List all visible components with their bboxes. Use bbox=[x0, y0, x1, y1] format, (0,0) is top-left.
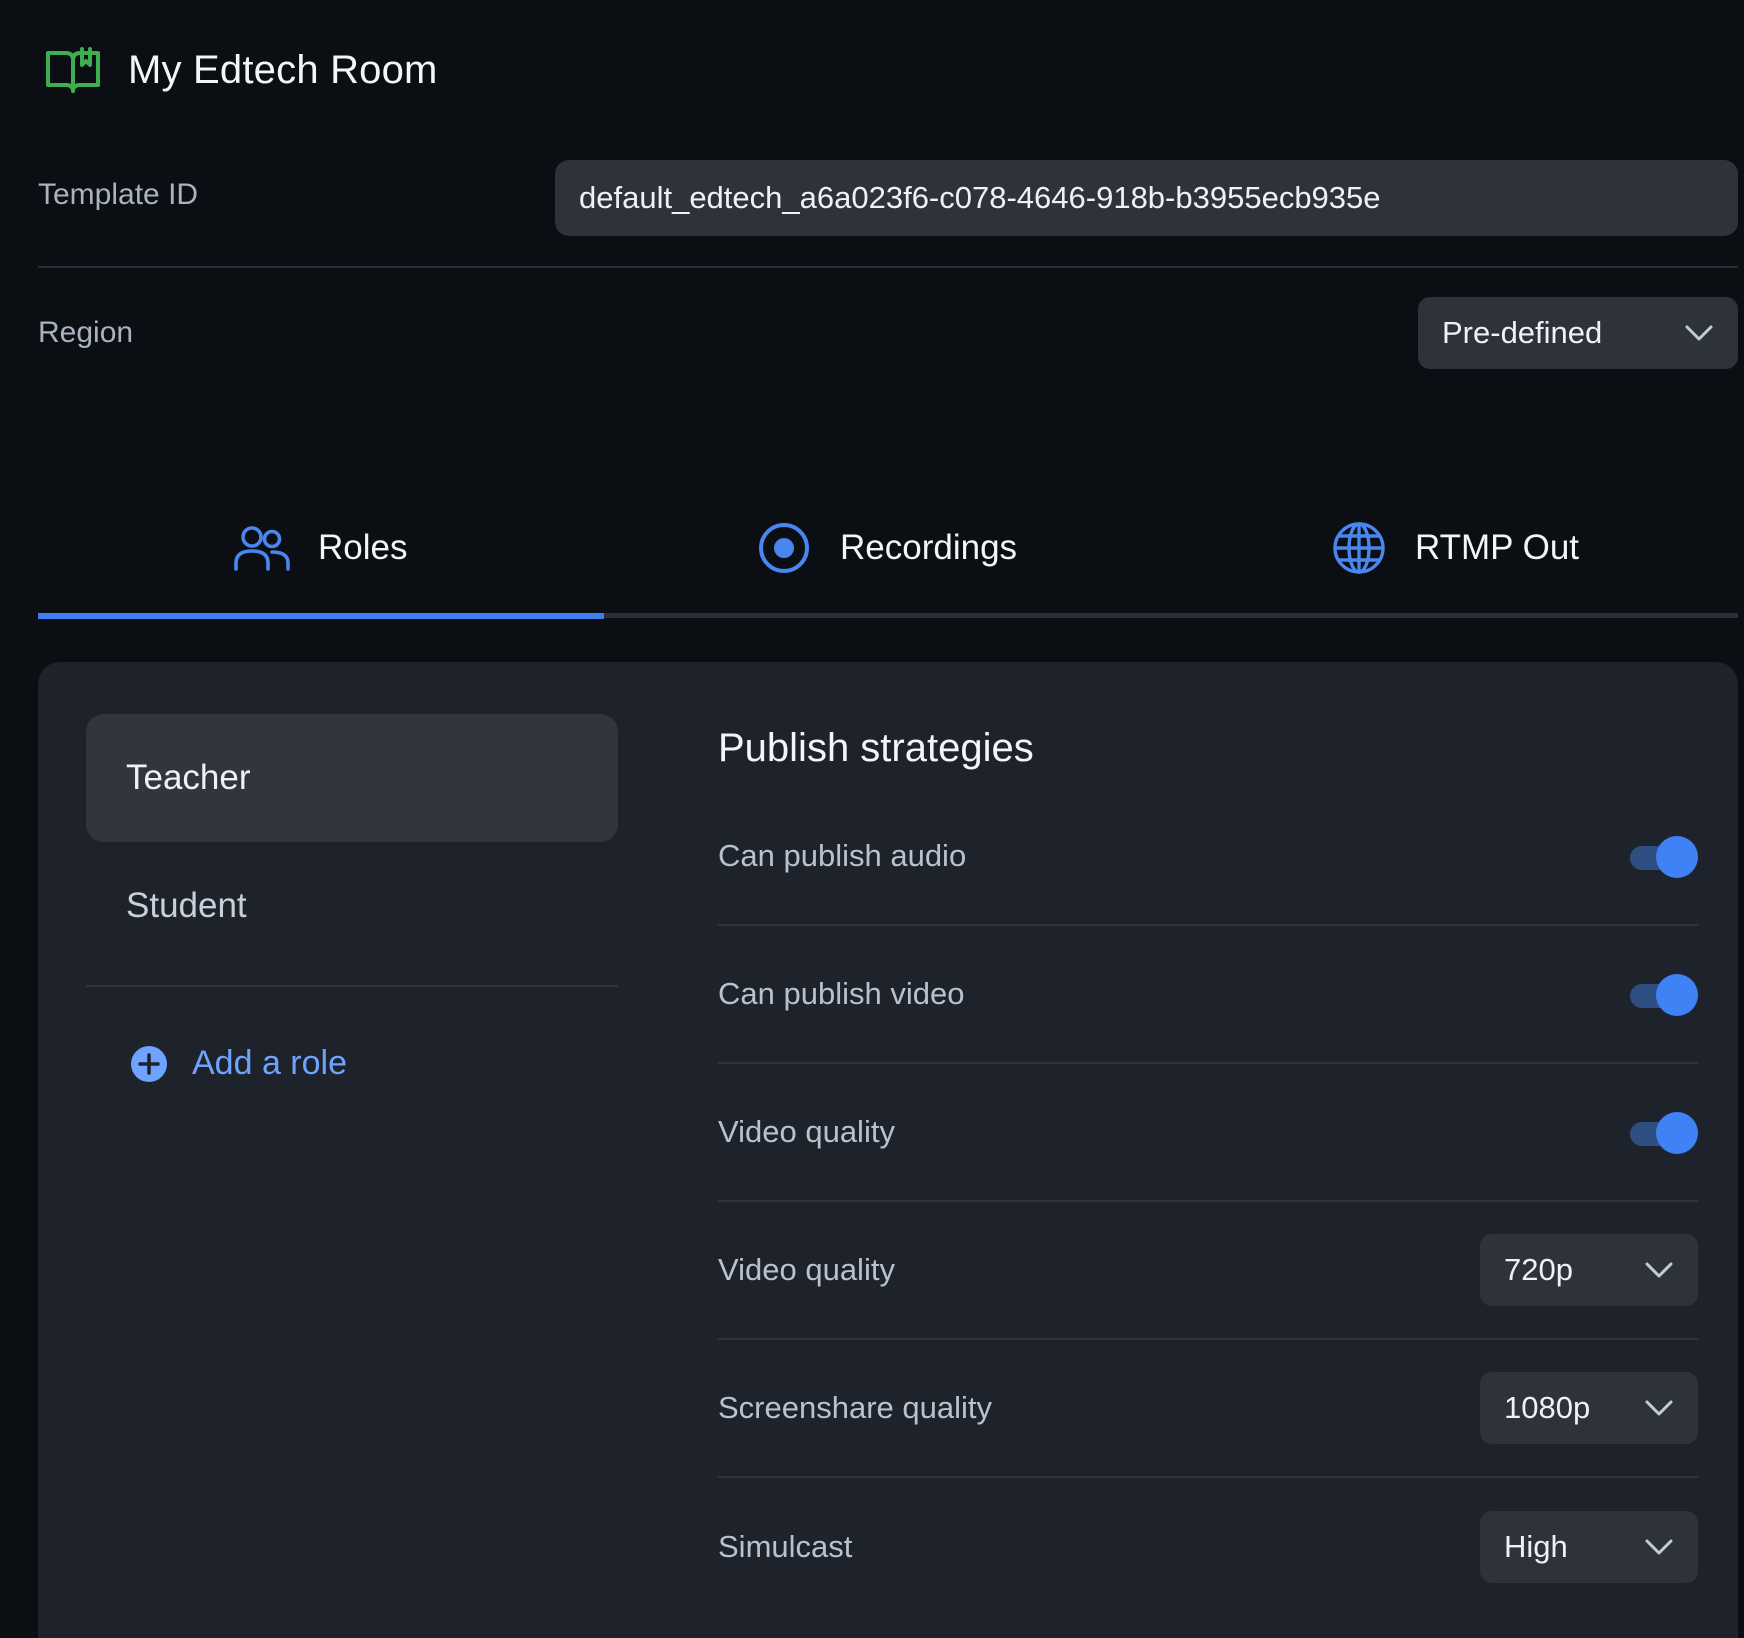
region-label: Region bbox=[38, 316, 134, 349]
add-role-button[interactable]: Add a role bbox=[130, 1044, 347, 1083]
toggle-knob bbox=[1656, 836, 1698, 878]
tab-recordings-label: Recordings bbox=[840, 528, 1018, 567]
setting-label: Can publish audio bbox=[718, 838, 967, 873]
setting-label: Simulcast bbox=[718, 1529, 853, 1564]
region-select[interactable]: Pre-defined bbox=[1418, 297, 1738, 369]
simulcast-select[interactable]: High bbox=[1480, 1511, 1698, 1583]
add-role-label: Add a role bbox=[192, 1044, 347, 1082]
setting-row: Video quality 720p bbox=[718, 1202, 1698, 1340]
tab-rtmp-out-label: RTMP Out bbox=[1415, 528, 1580, 567]
chevron-down-icon bbox=[1684, 324, 1714, 342]
page: My Edtech Room Template ID Region Pre-de… bbox=[0, 0, 1744, 1638]
setting-label: Screenshare quality bbox=[718, 1390, 992, 1425]
tab-recordings[interactable]: Recordings bbox=[756, 500, 1017, 596]
template-id-field[interactable] bbox=[555, 160, 1738, 236]
select-value: High bbox=[1504, 1529, 1568, 1564]
chevron-down-icon bbox=[1644, 1399, 1674, 1417]
plus-circle-icon bbox=[130, 1045, 168, 1083]
section-title: Publish strategies bbox=[718, 726, 1034, 770]
setting-label: Video quality bbox=[718, 1114, 895, 1149]
tab-rtmp-out[interactable]: RTMP Out bbox=[1331, 500, 1579, 596]
setting-row: Screenshare quality 1080p bbox=[718, 1340, 1698, 1478]
publish-settings: Publish strategies Can publish audio Can… bbox=[718, 712, 1698, 1616]
setting-label: Video quality bbox=[718, 1252, 895, 1287]
template-id-label: Template ID bbox=[38, 178, 199, 211]
video-quality-toggle[interactable] bbox=[1628, 1112, 1698, 1154]
video-quality-select[interactable]: 720p bbox=[1480, 1234, 1698, 1306]
tab-active-indicator bbox=[38, 613, 604, 619]
select-value: 1080p bbox=[1504, 1390, 1591, 1425]
setting-label: Can publish video bbox=[718, 976, 965, 1011]
room-title: My Edtech Room bbox=[128, 47, 438, 92]
users-icon bbox=[234, 520, 290, 576]
role-item-student[interactable]: Student bbox=[86, 842, 618, 970]
chevron-down-icon bbox=[1644, 1538, 1674, 1556]
tab-bar: Roles Recordings RTMP Out bbox=[38, 500, 1738, 620]
role-list: Teacher Student bbox=[86, 714, 618, 970]
book-icon bbox=[44, 44, 102, 96]
record-icon bbox=[756, 520, 812, 576]
role-item-teacher[interactable]: Teacher bbox=[86, 714, 618, 842]
tab-roles-label: Roles bbox=[318, 528, 408, 567]
screenshare-quality-select[interactable]: 1080p bbox=[1480, 1372, 1698, 1444]
header: My Edtech Room bbox=[44, 44, 438, 96]
setting-row: Video quality bbox=[718, 1064, 1698, 1202]
setting-row: Can publish audio bbox=[718, 788, 1698, 926]
tab-roles[interactable]: Roles bbox=[234, 500, 407, 596]
publish-video-toggle[interactable] bbox=[1628, 974, 1698, 1016]
toggle-knob bbox=[1656, 974, 1698, 1016]
roles-panel: Teacher Student Add a role Publish strat… bbox=[38, 662, 1738, 1638]
globe-icon bbox=[1331, 520, 1387, 576]
setting-row: Can publish video bbox=[718, 926, 1698, 1064]
toggle-knob bbox=[1656, 1112, 1698, 1154]
divider bbox=[38, 266, 1738, 268]
role-divider bbox=[86, 985, 618, 987]
chevron-down-icon bbox=[1644, 1261, 1674, 1279]
publish-audio-toggle[interactable] bbox=[1628, 836, 1698, 878]
setting-row: Simulcast High bbox=[718, 1478, 1698, 1616]
select-value: 720p bbox=[1504, 1252, 1573, 1287]
region-value: Pre-defined bbox=[1442, 315, 1603, 350]
